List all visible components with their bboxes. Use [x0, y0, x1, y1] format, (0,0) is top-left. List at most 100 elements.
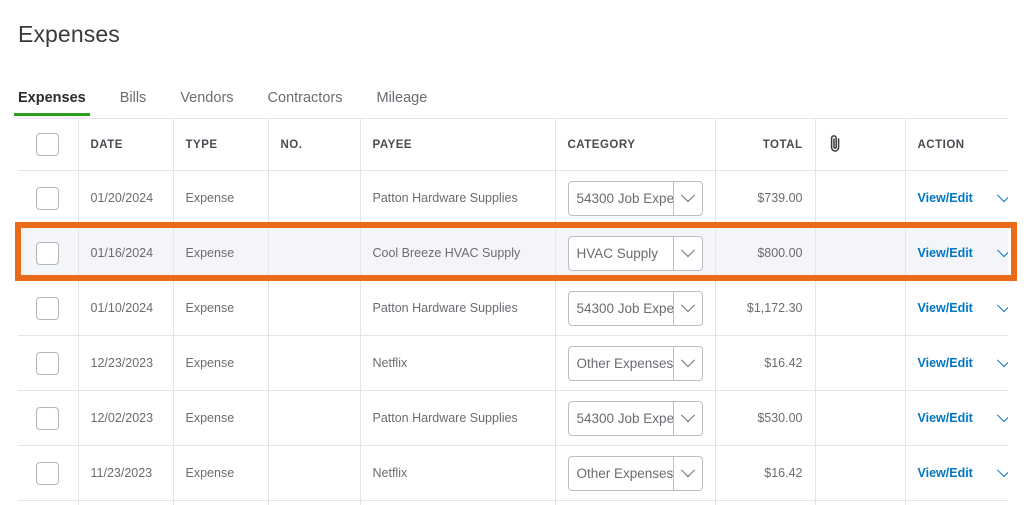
chevron-down-icon[interactable]	[672, 456, 702, 490]
cell-attachment[interactable]	[815, 280, 906, 336]
row-checkbox[interactable]	[36, 406, 60, 430]
row-checkbox[interactable]	[36, 186, 60, 210]
cell-attachment[interactable]	[815, 225, 906, 281]
cell-date: 12/02/2023	[78, 390, 174, 446]
cell-attachment[interactable]	[815, 390, 906, 446]
cell-action: View/Edit	[905, 445, 1008, 501]
row-select-cell	[18, 500, 79, 505]
tab-expenses[interactable]: Expenses	[14, 90, 90, 116]
tab-mileage[interactable]: Mileage	[376, 90, 427, 116]
cell-date: 01/16/2024	[78, 225, 174, 281]
table-row[interactable]: 01/16/2024 Expense Cool Breeze HVAC Supply…	[18, 225, 1008, 281]
paperclip-icon	[828, 134, 843, 152]
action-menu-chevron-icon[interactable]	[987, 188, 1008, 203]
category-select-value: 54300 Job Expenses	[576, 300, 673, 316]
row-checkbox[interactable]	[36, 296, 60, 320]
row-checkbox[interactable]	[36, 351, 60, 375]
tab-bills[interactable]: Bills	[120, 90, 147, 116]
view-edit-link[interactable]: View/Edit	[918, 301, 973, 315]
action-menu-chevron-icon[interactable]	[987, 463, 1008, 478]
column-header-type[interactable]: TYPE	[173, 118, 269, 171]
cell-total: $530.00	[715, 390, 816, 446]
category-select[interactable]: Other Expenses	[567, 345, 703, 381]
cell-category: HVAC Supply	[555, 225, 716, 281]
table-row[interactable]: 01/20/2024 Expense Patton Hardware Supplie…	[18, 170, 1008, 226]
category-select-value: 54300 Job Expenses	[576, 410, 673, 426]
cell-no	[268, 335, 361, 391]
row-checkbox[interactable]	[36, 461, 60, 485]
row-checkbox[interactable]	[36, 241, 60, 265]
select-all-checkbox[interactable]	[36, 133, 60, 156]
column-header-no[interactable]: NO.	[268, 118, 361, 171]
cell-no	[268, 445, 361, 501]
cell-category: Other Expenses	[555, 445, 716, 501]
cell-payee: Patton Hardware Supplies	[360, 170, 556, 226]
cell-action: View/Edit	[905, 225, 1008, 281]
chevron-down-icon[interactable]	[672, 291, 702, 325]
cell-total: $800.00	[715, 225, 816, 281]
view-edit-link[interactable]: View/Edit	[918, 191, 973, 205]
view-edit-link[interactable]: View/Edit	[918, 356, 973, 370]
view-edit-link[interactable]: View/Edit	[918, 411, 973, 425]
cell-action: View/Edit	[905, 390, 1008, 446]
category-select[interactable]: 54300 Job Expenses	[567, 290, 703, 326]
cell-type: Expense	[173, 335, 269, 391]
cell-payee: Patton Hardware Supplies	[360, 280, 556, 336]
cell-attachment[interactable]	[815, 500, 906, 505]
cell-date: 12/23/2023	[78, 335, 174, 391]
cell-type: Expense	[173, 390, 269, 446]
action-menu-chevron-icon[interactable]	[987, 243, 1008, 258]
column-header-action: ACTION	[905, 118, 1008, 171]
action-menu-chevron-icon[interactable]	[987, 408, 1008, 423]
table-row[interactable]: 12/23/2023 Expense Netflix Other Expenses $1…	[18, 335, 1008, 391]
table-row[interactable]: 12/02/2023 Expense Patton Hardware Supplie…	[18, 390, 1008, 446]
cell-attachment[interactable]	[815, 170, 906, 226]
cell-action: View/Edit	[905, 335, 1008, 391]
cell-no	[268, 170, 361, 226]
cell-no	[268, 225, 361, 281]
category-select[interactable]: 54300 Job Expenses	[567, 180, 703, 216]
chevron-down-icon[interactable]	[672, 181, 702, 215]
column-header-date[interactable]: DATE	[78, 118, 174, 171]
column-header-total[interactable]: TOTAL	[715, 118, 816, 171]
row-select-cell	[18, 390, 79, 446]
chevron-down-icon[interactable]	[672, 401, 702, 435]
table-row[interactable]: 11/23/2023 Expense Netflix Other Expenses $1…	[18, 445, 1008, 501]
cell-attachment[interactable]	[815, 335, 906, 391]
cell-date	[78, 500, 174, 505]
tab-contractors[interactable]: Contractors	[268, 90, 343, 116]
action-menu-chevron-icon[interactable]	[987, 353, 1008, 368]
table-row[interactable]: 01/10/2024 Expense Patton Hardware Supplie…	[18, 280, 1008, 336]
tab-vendors[interactable]: Vendors	[180, 90, 233, 116]
category-select[interactable]: Other Expenses	[567, 455, 703, 491]
cell-no	[268, 280, 361, 336]
category-select[interactable]: 54300 Job Expenses	[567, 400, 703, 436]
category-select-value: HVAC Supply	[576, 245, 659, 261]
action-menu-chevron-icon[interactable]	[987, 298, 1008, 313]
tab-bar: Expenses Bills Vendors Contractors Mileage	[14, 82, 427, 116]
cell-total	[715, 500, 816, 505]
expenses-table-container: DATE TYPE NO. PAYEE CATEGORY TOTAL ACTIO…	[18, 118, 1008, 505]
table-row[interactable]: Other Expenses	[18, 500, 1008, 505]
page-title: Expenses	[18, 21, 120, 47]
view-edit-link[interactable]: View/Edit	[918, 246, 973, 260]
cell-payee: Netflix	[360, 445, 556, 501]
cell-total: $1,172.30	[715, 280, 816, 336]
table-body: 01/20/2024 Expense Patton Hardware Supplie…	[18, 170, 1008, 505]
cell-payee	[360, 500, 556, 505]
cell-attachment[interactable]	[815, 445, 906, 501]
cell-no	[268, 390, 361, 446]
column-header-category[interactable]: CATEGORY	[555, 118, 716, 171]
cell-payee: Cool Breeze HVAC Supply	[360, 225, 556, 281]
category-select[interactable]: HVAC Supply	[567, 235, 703, 271]
cell-category: Other Expenses	[555, 335, 716, 391]
view-edit-link[interactable]: View/Edit	[918, 466, 973, 480]
cell-payee: Patton Hardware Supplies	[360, 390, 556, 446]
chevron-down-icon[interactable]	[672, 236, 702, 270]
column-header-payee[interactable]: PAYEE	[360, 118, 556, 171]
cell-date: 01/10/2024	[78, 280, 174, 336]
cell-action: View/Edit	[905, 280, 1008, 336]
chevron-down-icon[interactable]	[672, 346, 702, 380]
cell-no	[268, 500, 361, 505]
cell-type: Expense	[173, 170, 269, 226]
